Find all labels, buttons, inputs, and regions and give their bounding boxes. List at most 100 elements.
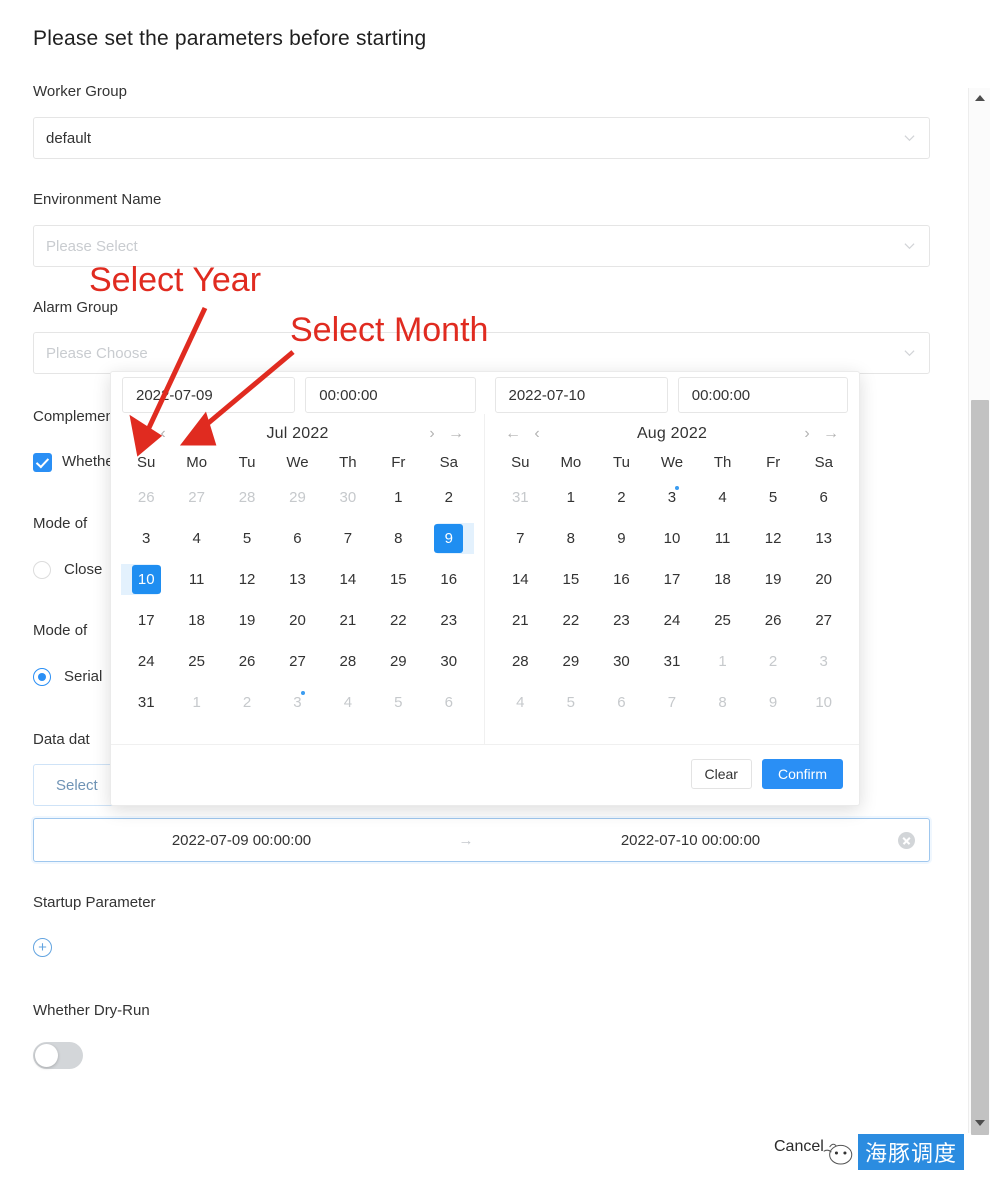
calendar-day-cell[interactable]: 18	[697, 559, 748, 600]
calendar-day-cell[interactable]: 5	[222, 518, 272, 559]
calendar-day-cell[interactable]: 14	[495, 559, 546, 600]
calendar-day-cell[interactable]: 3	[798, 641, 849, 682]
calendar-day-cell[interactable]: 17	[647, 559, 698, 600]
next-year-button[interactable]: →	[444, 425, 468, 443]
picker-start-time-input[interactable]: 00:00:00	[305, 377, 475, 413]
calendar-day-cell[interactable]: 19	[222, 600, 272, 641]
calendar-day-cell[interactable]: 13	[272, 559, 322, 600]
calendar-day-cell[interactable]: 13	[798, 518, 849, 559]
calendar-day-cell[interactable]: 31	[495, 477, 546, 518]
prev-year-button[interactable]: ←	[127, 425, 151, 443]
calendar-day-cell[interactable]: 30	[323, 477, 373, 518]
calendar-day-cell[interactable]: 31	[647, 641, 698, 682]
calendar-day-cell[interactable]: 8	[373, 518, 423, 559]
calendar-day-cell[interactable]: 26	[121, 477, 171, 518]
calendar-day-cell[interactable]: 10	[121, 559, 171, 600]
calendar-day-cell[interactable]: 25	[171, 641, 221, 682]
calendar-day-cell[interactable]: 10	[647, 518, 698, 559]
scrollbar-track[interactable]	[968, 88, 990, 1133]
calendar-day-cell[interactable]: 22	[373, 600, 423, 641]
calendar-day-cell[interactable]: 1	[546, 477, 597, 518]
prev-month-button[interactable]: ‹	[151, 425, 175, 443]
calendar-day-cell[interactable]: 19	[748, 559, 799, 600]
prev-year-button[interactable]: ←	[501, 425, 525, 443]
calendar-day-cell[interactable]: 4	[495, 682, 546, 723]
calendar-day-cell[interactable]: 4	[171, 518, 221, 559]
calendar-day-cell[interactable]: 7	[495, 518, 546, 559]
picker-end-date-input[interactable]: 2022-07-10	[495, 377, 668, 413]
clear-button[interactable]: Clear	[691, 759, 752, 789]
calendar-day-cell[interactable]: 9	[596, 518, 647, 559]
calendar-day-cell[interactable]: 30	[596, 641, 647, 682]
calendar-day-cell[interactable]: 11	[171, 559, 221, 600]
picker-right-title[interactable]: Aug 2022	[549, 425, 795, 443]
calendar-day-cell[interactable]: 17	[121, 600, 171, 641]
calendar-day-cell[interactable]: 4	[323, 682, 373, 723]
radio-close[interactable]	[33, 561, 51, 579]
calendar-day-cell[interactable]: 23	[424, 600, 474, 641]
next-month-button[interactable]: ›	[420, 425, 444, 443]
calendar-day-cell[interactable]: 6	[272, 518, 322, 559]
calendar-day-cell[interactable]: 18	[171, 600, 221, 641]
calendar-day-cell[interactable]: 16	[424, 559, 474, 600]
calendar-day-cell[interactable]: 1	[171, 682, 221, 723]
calendar-day-cell[interactable]: 12	[222, 559, 272, 600]
calendar-day-cell[interactable]: 21	[495, 600, 546, 641]
calendar-day-cell[interactable]: 27	[272, 641, 322, 682]
calendar-day-cell[interactable]: 6	[424, 682, 474, 723]
calendar-day-cell[interactable]: 25	[697, 600, 748, 641]
calendar-day-cell[interactable]: 11	[697, 518, 748, 559]
calendar-day-cell[interactable]: 24	[121, 641, 171, 682]
calendar-day-cell[interactable]: 3	[121, 518, 171, 559]
picker-start-date-input[interactable]: 2022-07-09	[122, 377, 295, 413]
cancel-button[interactable]: Cancel	[774, 1138, 824, 1156]
scrollbar-up-button[interactable]	[969, 88, 990, 108]
calendar-day-cell[interactable]: 27	[171, 477, 221, 518]
calendar-day-cell[interactable]: 20	[272, 600, 322, 641]
calendar-day-cell[interactable]: 29	[546, 641, 597, 682]
calendar-day-cell[interactable]: 7	[647, 682, 698, 723]
calendar-day-cell[interactable]: 1	[373, 477, 423, 518]
scrollbar-thumb[interactable]	[971, 400, 989, 1135]
calendar-day-cell[interactable]: 28	[495, 641, 546, 682]
calendar-day-cell[interactable]: 12	[748, 518, 799, 559]
calendar-day-cell[interactable]: 4	[697, 477, 748, 518]
calendar-day-cell[interactable]: 29	[272, 477, 322, 518]
calendar-day-cell[interactable]: 14	[323, 559, 373, 600]
calendar-day-cell[interactable]: 29	[373, 641, 423, 682]
date-range-input[interactable]: 2022-07-09 00:00:00 → 2022-07-10 00:00:0…	[33, 818, 930, 862]
calendar-day-cell[interactable]: 30	[424, 641, 474, 682]
calendar-day-cell[interactable]: 27	[798, 600, 849, 641]
calendar-day-cell[interactable]: 2	[596, 477, 647, 518]
picker-end-time-input[interactable]: 00:00:00	[678, 377, 848, 413]
radio-serial[interactable]	[33, 668, 51, 686]
calendar-day-cell[interactable]: 22	[546, 600, 597, 641]
calendar-day-cell[interactable]: 23	[596, 600, 647, 641]
calendar-day-cell[interactable]: 15	[373, 559, 423, 600]
calendar-day-cell[interactable]: 2	[424, 477, 474, 518]
calendar-day-cell[interactable]: 6	[596, 682, 647, 723]
calendar-day-cell[interactable]: 26	[748, 600, 799, 641]
calendar-day-cell[interactable]: 24	[647, 600, 698, 641]
calendar-day-cell[interactable]: 1	[697, 641, 748, 682]
next-month-button[interactable]: ›	[795, 425, 819, 443]
calendar-day-cell[interactable]: 21	[323, 600, 373, 641]
next-year-button[interactable]: →	[819, 425, 843, 443]
calendar-day-cell[interactable]: 26	[222, 641, 272, 682]
calendar-day-cell[interactable]: 3	[272, 682, 322, 723]
calendar-day-cell[interactable]: 6	[798, 477, 849, 518]
calendar-day-cell[interactable]: 28	[323, 641, 373, 682]
calendar-day-cell[interactable]: 28	[222, 477, 272, 518]
calendar-day-cell[interactable]: 5	[546, 682, 597, 723]
calendar-day-cell[interactable]: 8	[697, 682, 748, 723]
clear-circle-icon[interactable]	[898, 832, 915, 849]
calendar-day-cell[interactable]: 8	[546, 518, 597, 559]
checkbox-whether-complement[interactable]	[33, 453, 52, 472]
scrollbar-down-button[interactable]	[969, 1113, 990, 1133]
plus-circle-icon[interactable]: +	[33, 938, 52, 957]
calendar-day-cell[interactable]: 2	[748, 641, 799, 682]
calendar-day-cell[interactable]: 2	[222, 682, 272, 723]
calendar-day-cell[interactable]: 3	[647, 477, 698, 518]
picker-left-title[interactable]: Jul 2022	[175, 425, 420, 443]
select-worker-group[interactable]: default	[33, 117, 930, 159]
